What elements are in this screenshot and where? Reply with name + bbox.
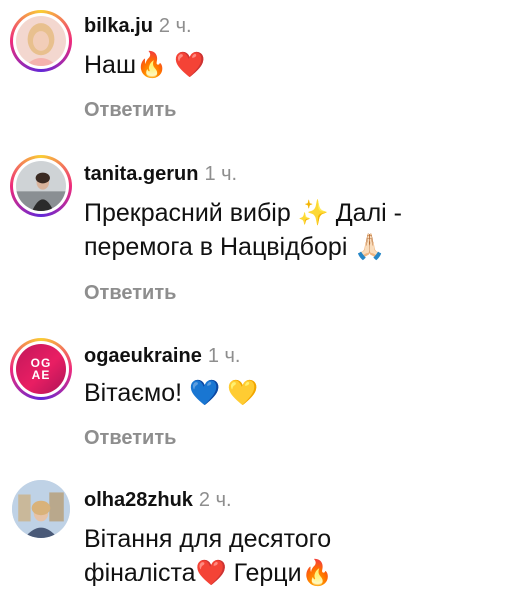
reply-button[interactable]: Ответить <box>84 426 515 450</box>
comment-text: Наш🔥 ❤️ <box>84 51 206 79</box>
comment-text: Вітання для десятого фіналіста❤️ Герци🔥 <box>84 525 333 587</box>
timestamp: 1 ч. <box>207 345 241 367</box>
timestamp: 2 ч. <box>198 489 232 511</box>
comment-text: Прекрасний вибір ✨ Далі - перемога в Нац… <box>84 199 402 261</box>
avatar[interactable]: OG AE <box>10 338 72 400</box>
ogae-logo: OG AE <box>30 356 52 382</box>
timestamp: 1 ч. <box>204 163 238 185</box>
username[interactable]: ogaeukraine <box>84 345 202 367</box>
avatar[interactable] <box>12 480 70 538</box>
reply-button[interactable]: Ответить <box>84 281 515 305</box>
comment-meta: bilka.ju 2 ч. <box>84 14 515 38</box>
avatar[interactable] <box>10 10 72 72</box>
comment-meta: olha28zhuk 2 ч. <box>84 488 515 512</box>
avatar[interactable] <box>10 155 72 217</box>
comment-text: Вітаємо! 💙 💛 <box>84 379 259 407</box>
comment-meta: ogaeukraine 1 ч. <box>84 344 515 368</box>
username[interactable]: olha28zhuk <box>84 489 193 511</box>
reply-button[interactable]: Ответить <box>84 98 515 122</box>
username[interactable]: tanita.gerun <box>84 163 198 185</box>
comment-meta: tanita.gerun 1 ч. <box>84 162 515 186</box>
timestamp: 2 ч. <box>158 15 192 37</box>
username[interactable]: bilka.ju <box>84 15 153 37</box>
